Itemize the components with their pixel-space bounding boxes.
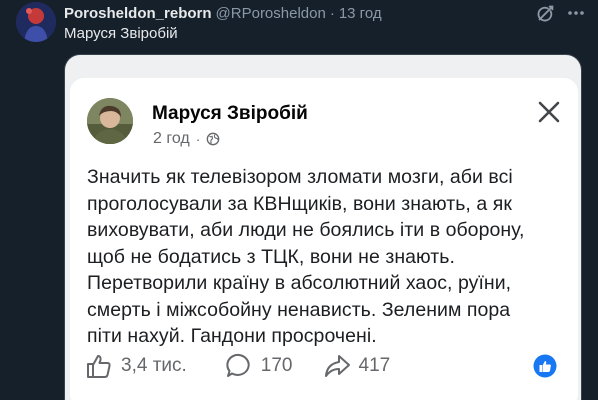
fb-like-action: 3,4 тис. [85, 352, 187, 380]
fb-author-avatar [87, 98, 133, 144]
thumbs-up-icon [87, 355, 111, 378]
fb-post-meta: 2 год · [153, 130, 220, 148]
comment-icon [226, 353, 250, 377]
fb-author-name: Маруся Звіробій [152, 103, 308, 124]
fb-body-line: щоб не бодатись з ТЦК, вони не знають. [87, 245, 455, 268]
fb-body-line: проголосували за КВНщиків, вони знають, … [87, 192, 512, 215]
fb-body-line: піти нахуй. Гандони просрочені. [87, 325, 377, 347]
fb-share-count: 417 [358, 355, 391, 376]
author-handle[interactable]: @RPorosheldon [216, 5, 326, 22]
fb-post-body: Значить як телевізором зломати мозги, аб… [87, 164, 573, 350]
fb-body-line: Значить як телевізором зломати мозги, аб… [87, 166, 513, 188]
fb-comment-count: 170 [260, 355, 293, 376]
separator-dot: · [329, 4, 335, 22]
fb-comment-action: 170 [225, 352, 293, 380]
author-avatar[interactable] [16, 2, 56, 42]
fb-body-line: Перетворили країну в абсолютний хаос, ру… [87, 272, 512, 294]
more-options-icon[interactable] [564, 2, 588, 24]
author-name[interactable]: Porosheldon_reborn [64, 5, 212, 22]
fb-action-bar: 3,4 тис. 170 417 [85, 350, 390, 382]
close-icon [538, 101, 560, 123]
fb-post-time: 2 год [153, 130, 190, 147]
tweet-header: Porosheldon_reborn @RPorosheldon · 13 го… [64, 3, 382, 23]
tweet-text: Маруся Звіробій [64, 25, 178, 42]
tweet-media[interactable]: Маруся Звіробій 2 год · Значить як телев… [64, 54, 582, 400]
tweet: Porosheldon_reborn @RPorosheldon · 13 го… [0, 0, 598, 400]
fb-like-count: 3,4 тис. [121, 355, 187, 376]
fb-body-line: виховувати, аби люди не боялись іти в об… [87, 219, 525, 241]
fb-separator-dot: · [195, 131, 201, 147]
tweet-time[interactable]: 13 год [339, 5, 382, 22]
fb-share-action: 417 [323, 352, 391, 380]
globe-icon [207, 132, 220, 146]
facebook-post-screenshot: Маруся Звіробій 2 год · Значить як телев… [70, 78, 578, 400]
reaction-like-icon [533, 354, 557, 378]
grok-icon[interactable] [535, 2, 557, 24]
share-icon [324, 355, 350, 377]
fb-body-line: смерть і міжсобойну ненависть. Зеленим п… [87, 298, 511, 321]
